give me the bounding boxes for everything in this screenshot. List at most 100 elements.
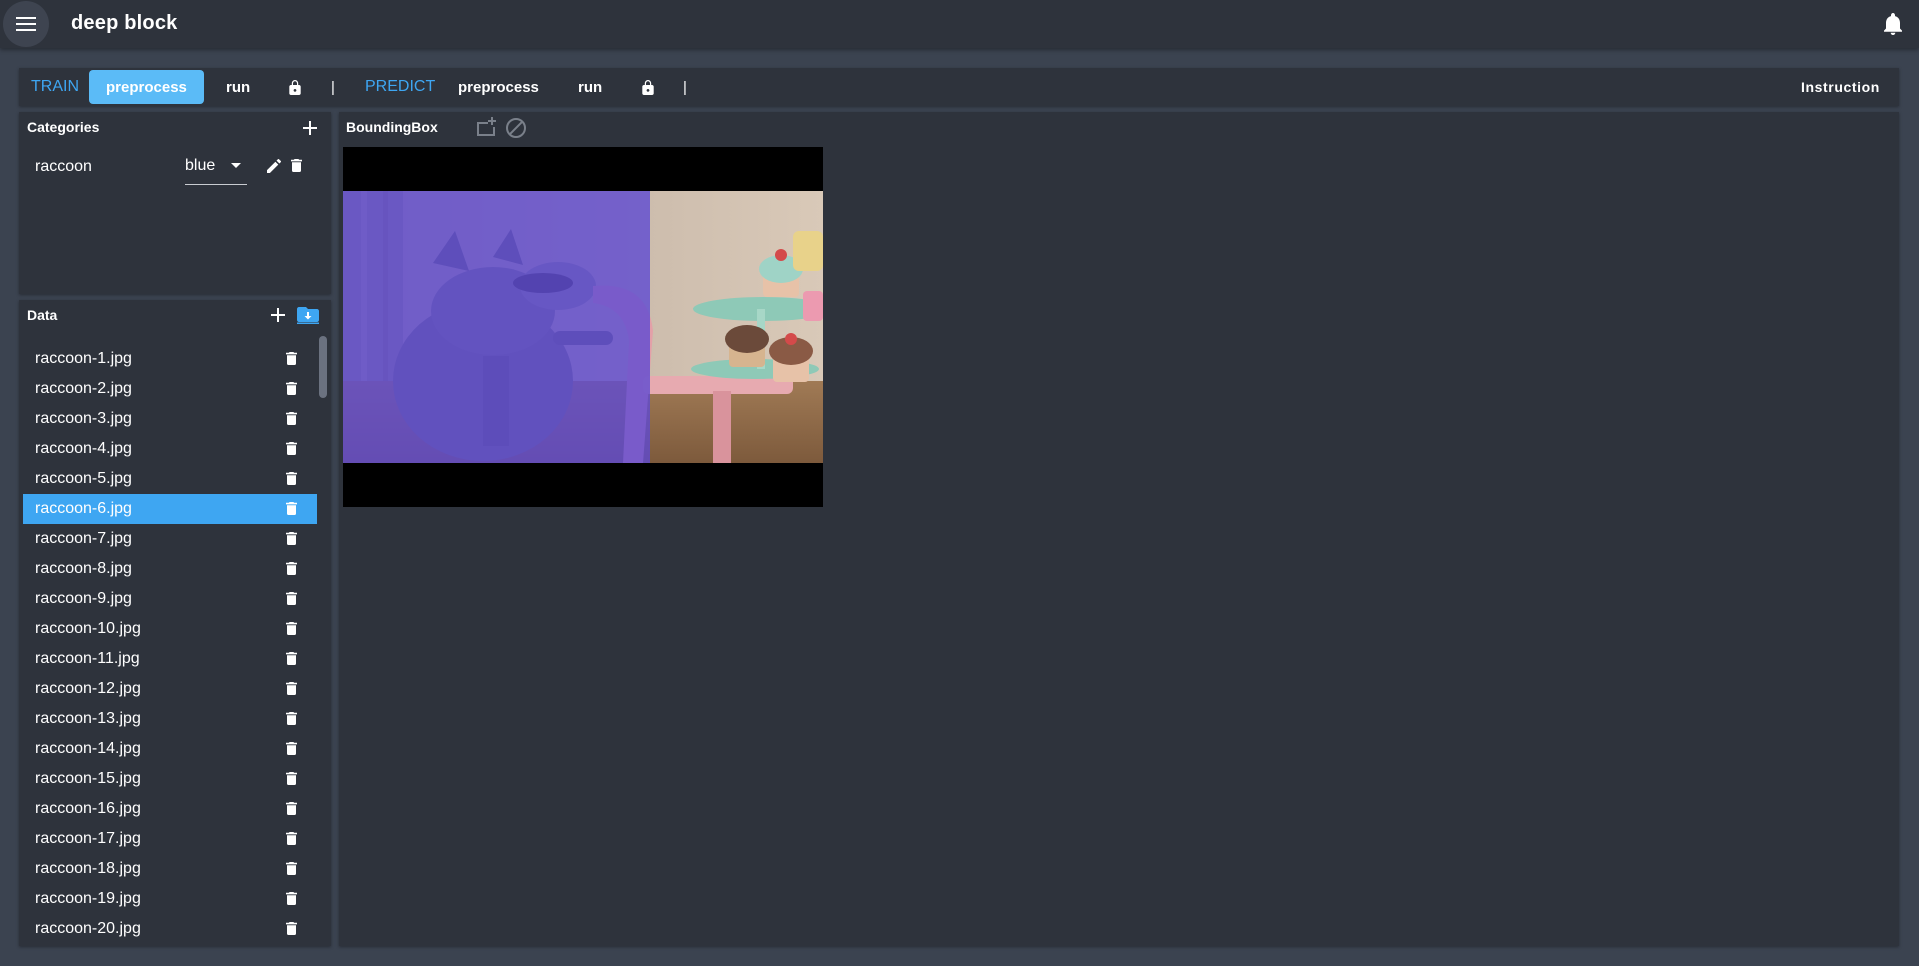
trash-icon xyxy=(286,802,297,815)
trash-icon xyxy=(286,742,297,755)
file-row[interactable]: raccoon-14.jpg xyxy=(23,734,317,764)
file-name: raccoon-17.jpg xyxy=(35,830,141,847)
notifications-button[interactable] xyxy=(1883,13,1903,35)
delete-file-button[interactable] xyxy=(286,412,297,425)
predict-mode-label[interactable]: PREDICT xyxy=(365,68,435,106)
delete-category-button[interactable] xyxy=(291,159,302,172)
delete-file-button[interactable] xyxy=(286,532,297,545)
file-row[interactable]: raccoon-16.jpg xyxy=(23,794,317,824)
file-row[interactable]: raccoon-6.jpg xyxy=(23,494,317,524)
bounding-box[interactable] xyxy=(343,191,650,463)
delete-file-button[interactable] xyxy=(286,682,297,695)
file-row[interactable]: raccoon-3.jpg xyxy=(23,404,317,434)
file-name: raccoon-20.jpg xyxy=(35,920,141,937)
block-icon xyxy=(506,118,526,138)
trash-icon xyxy=(286,652,297,665)
add-category-button[interactable] xyxy=(303,121,317,135)
annotation-canvas[interactable] xyxy=(343,147,823,507)
file-row[interactable]: raccoon-11.jpg xyxy=(23,644,317,674)
file-list-scrollbar[interactable] xyxy=(319,336,327,936)
predict-lock-button[interactable] xyxy=(642,68,654,106)
file-name: raccoon-15.jpg xyxy=(35,770,141,787)
category-row: raccoon blue xyxy=(19,148,331,186)
file-name: raccoon-11.jpg xyxy=(35,650,140,667)
file-row[interactable]: raccoon-17.jpg xyxy=(23,824,317,854)
trash-icon xyxy=(286,562,297,575)
toolbar-separator: | xyxy=(683,78,687,96)
delete-file-button[interactable] xyxy=(286,712,297,725)
file-row[interactable]: raccoon-2.jpg xyxy=(23,374,317,404)
plus-icon xyxy=(271,308,285,322)
delete-file-button[interactable] xyxy=(286,502,297,515)
add-box-button[interactable] xyxy=(475,117,497,137)
categories-panel: Categories raccoon blue xyxy=(19,112,331,294)
predict-run-button[interactable]: run xyxy=(578,68,602,106)
file-row[interactable]: raccoon-7.jpg xyxy=(23,524,317,554)
delete-file-button[interactable] xyxy=(286,562,297,575)
import-folder-button[interactable] xyxy=(297,306,319,324)
bounding-box-title: BoundingBox xyxy=(346,119,438,135)
categories-title: Categories xyxy=(27,119,100,135)
file-name: raccoon-4.jpg xyxy=(35,440,132,457)
file-row[interactable]: raccoon-5.jpg xyxy=(23,464,317,494)
delete-file-button[interactable] xyxy=(286,592,297,605)
scroll-thumb[interactable] xyxy=(319,336,327,398)
delete-file-button[interactable] xyxy=(286,892,297,905)
delete-file-button[interactable] xyxy=(286,352,297,365)
train-run-button[interactable]: run xyxy=(226,68,250,106)
delete-file-button[interactable] xyxy=(286,622,297,635)
delete-file-button[interactable] xyxy=(286,922,297,935)
trash-icon xyxy=(286,442,297,455)
train-preprocess-button[interactable]: preprocess xyxy=(89,70,204,104)
delete-file-button[interactable] xyxy=(286,742,297,755)
trash-icon xyxy=(286,532,297,545)
file-row[interactable]: raccoon-1.jpg xyxy=(23,344,317,374)
file-name: raccoon-3.jpg xyxy=(35,410,132,427)
file-name: raccoon-10.jpg xyxy=(35,620,141,637)
file-name: raccoon-1.jpg xyxy=(35,350,132,367)
menu-button[interactable] xyxy=(3,1,49,47)
trash-icon xyxy=(286,352,297,365)
file-name: raccoon-12.jpg xyxy=(35,680,141,697)
file-row[interactable]: raccoon-10.jpg xyxy=(23,614,317,644)
instruction-button[interactable]: Instruction xyxy=(1801,68,1880,106)
raccoon-photo xyxy=(343,191,823,463)
edit-category-button[interactable] xyxy=(267,159,281,173)
delete-file-button[interactable] xyxy=(286,652,297,665)
train-lock-button[interactable] xyxy=(289,68,301,106)
delete-file-button[interactable] xyxy=(286,472,297,485)
predict-preprocess-button[interactable]: preprocess xyxy=(458,68,539,106)
delete-file-button[interactable] xyxy=(286,862,297,875)
delete-file-button[interactable] xyxy=(286,802,297,815)
trash-icon xyxy=(286,832,297,845)
delete-file-button[interactable] xyxy=(286,442,297,455)
add-data-button[interactable] xyxy=(271,308,285,322)
file-row[interactable]: raccoon-13.jpg xyxy=(23,704,317,734)
file-name: raccoon-18.jpg xyxy=(35,860,141,877)
file-row[interactable]: raccoon-9.jpg xyxy=(23,584,317,614)
trash-icon xyxy=(286,862,297,875)
pencil-icon xyxy=(267,159,281,173)
file-list: raccoon-1.jpg raccoon-2.jpg raccoon-3.jpg r… xyxy=(23,344,317,944)
category-color-select[interactable]: blue xyxy=(185,148,247,185)
delete-file-button[interactable] xyxy=(286,772,297,785)
folder-download-icon xyxy=(297,307,319,324)
file-row[interactable]: raccoon-4.jpg xyxy=(23,434,317,464)
file-row[interactable]: raccoon-20.jpg xyxy=(23,914,317,944)
file-row[interactable]: raccoon-8.jpg xyxy=(23,554,317,584)
file-row[interactable]: raccoon-15.jpg xyxy=(23,764,317,794)
file-name: raccoon-19.jpg xyxy=(35,890,141,907)
train-mode-label[interactable]: TRAIN xyxy=(31,68,79,106)
file-row[interactable]: raccoon-18.jpg xyxy=(23,854,317,884)
bell-icon xyxy=(1884,13,1902,35)
delete-file-button[interactable] xyxy=(286,832,297,845)
file-row[interactable]: raccoon-19.jpg xyxy=(23,884,317,914)
chevron-down-icon xyxy=(231,163,241,168)
trash-icon xyxy=(286,772,297,785)
file-name: raccoon-13.jpg xyxy=(35,710,141,727)
trash-icon xyxy=(291,159,302,172)
clear-boxes-button[interactable] xyxy=(505,117,527,139)
delete-file-button[interactable] xyxy=(286,382,297,395)
file-name: raccoon-8.jpg xyxy=(35,560,132,577)
file-row[interactable]: raccoon-12.jpg xyxy=(23,674,317,704)
